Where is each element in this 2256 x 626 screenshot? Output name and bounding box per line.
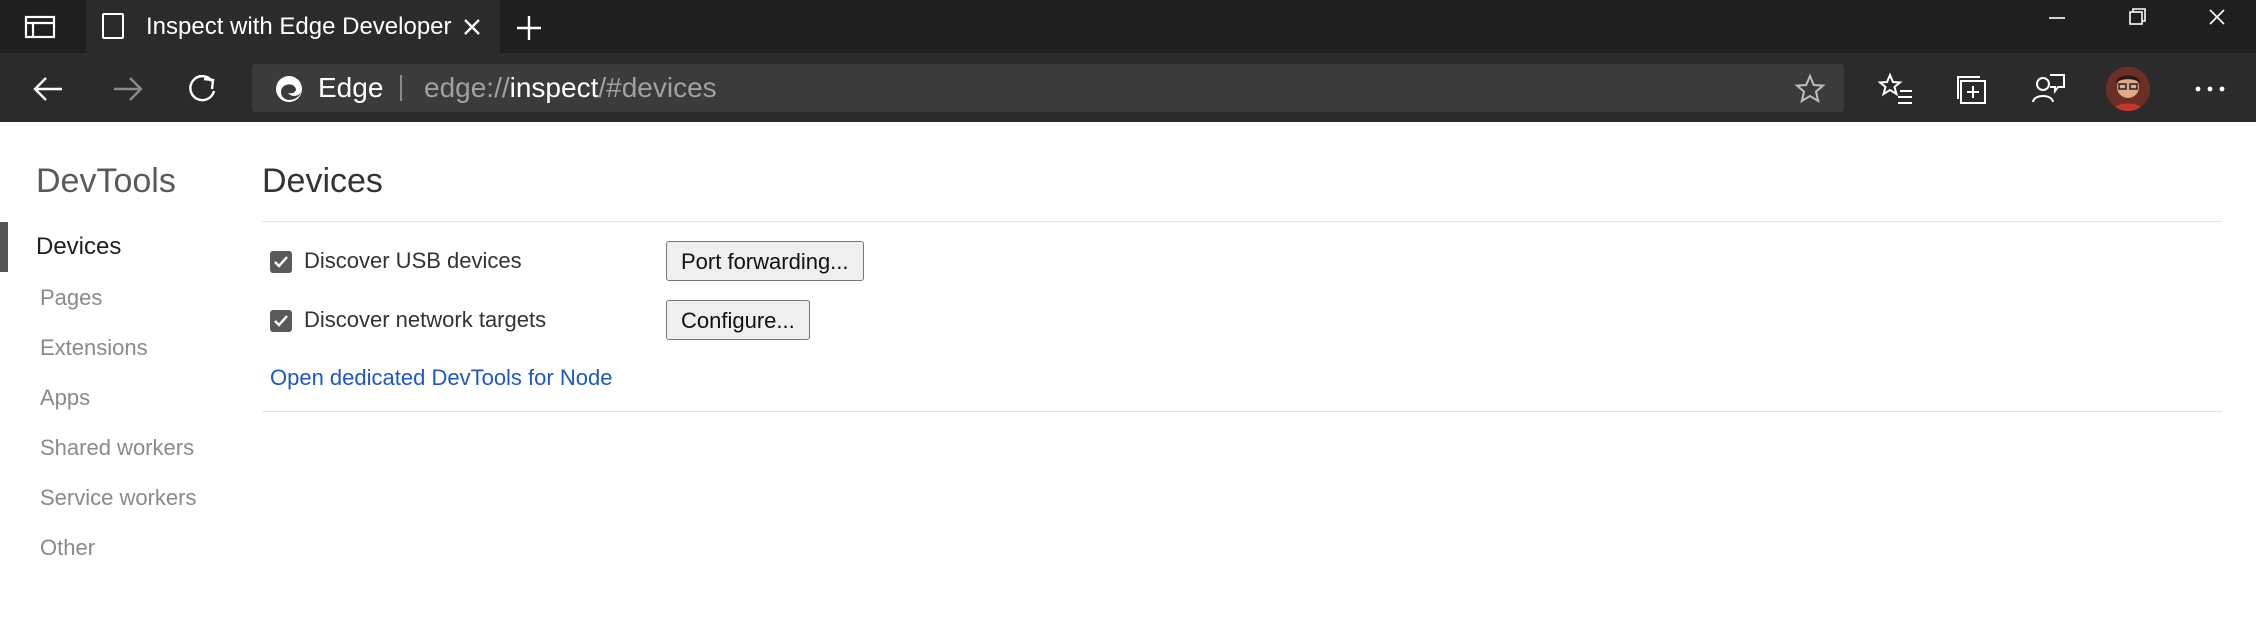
sidebar-item-other[interactable]: Other: [40, 535, 95, 561]
url-text[interactable]: edge://inspect/#devices: [424, 71, 717, 105]
edge-logo-icon: [274, 74, 304, 104]
sidebar-item-service-workers[interactable]: Service workers: [40, 485, 196, 511]
page-icon: [102, 13, 124, 39]
toolbar: Edge edge://inspect/#devices: [0, 53, 2256, 122]
inspect-page: DevTools Devices Pages Extensions Apps S…: [0, 122, 2256, 626]
sidebar-item-shared-workers[interactable]: Shared workers: [40, 435, 194, 461]
sidebar-item-devices[interactable]: Devices: [36, 233, 121, 261]
forward-arrow-icon[interactable]: [108, 69, 148, 109]
title-bar: Inspect with Edge Developer Tools: [0, 0, 2256, 53]
active-item-marker: [0, 222, 8, 272]
port-forwarding-button[interactable]: Port forwarding...: [666, 241, 864, 281]
usb-checkbox-label: Discover USB devices: [304, 248, 522, 273]
address-bar[interactable]: Edge edge://inspect/#devices: [252, 64, 1844, 112]
tab-active[interactable]: Inspect with Edge Developer Tools: [86, 0, 500, 53]
sidebar-item-extensions[interactable]: Extensions: [40, 335, 148, 361]
url-path: /#devices: [598, 72, 717, 103]
usb-checkbox[interactable]: [270, 251, 292, 273]
more-icon[interactable]: [2188, 69, 2232, 109]
favorites-icon[interactable]: [1876, 69, 1916, 109]
tab-actions-icon[interactable]: [22, 12, 60, 42]
tab-title: Inspect with Edge Developer Tools: [146, 13, 458, 40]
section-divider: [262, 411, 2222, 412]
sidebar-title: DevTools: [36, 162, 176, 200]
open-node-devtools-link[interactable]: Open dedicated DevTools for Node: [270, 365, 612, 391]
sidebar-item-pages[interactable]: Pages: [40, 285, 102, 311]
address-divider: [400, 75, 402, 101]
refresh-icon[interactable]: [182, 69, 222, 109]
plus-icon[interactable]: [512, 11, 546, 45]
feedback-icon[interactable]: [2028, 69, 2068, 109]
network-checkbox-label: Discover network targets: [304, 307, 547, 332]
window-close-icon[interactable]: [2182, 0, 2252, 40]
url-host: inspect: [509, 72, 599, 103]
title-divider: [262, 221, 2222, 222]
close-icon[interactable]: [458, 13, 486, 41]
url-scheme: edge://: [424, 72, 510, 103]
restore-icon[interactable]: [2102, 0, 2172, 40]
collections-icon[interactable]: [1952, 69, 1992, 109]
star-icon[interactable]: [1794, 73, 1826, 105]
page-title: Devices: [262, 162, 383, 200]
avatar[interactable]: [2106, 67, 2150, 111]
edge-brand-label: Edge: [318, 72, 384, 103]
back-arrow-icon[interactable]: [28, 69, 68, 109]
minimize-icon[interactable]: [2022, 0, 2092, 40]
sidebar-item-apps[interactable]: Apps: [40, 385, 90, 411]
configure-button[interactable]: Configure...: [666, 300, 810, 340]
network-checkbox[interactable]: [270, 310, 292, 332]
